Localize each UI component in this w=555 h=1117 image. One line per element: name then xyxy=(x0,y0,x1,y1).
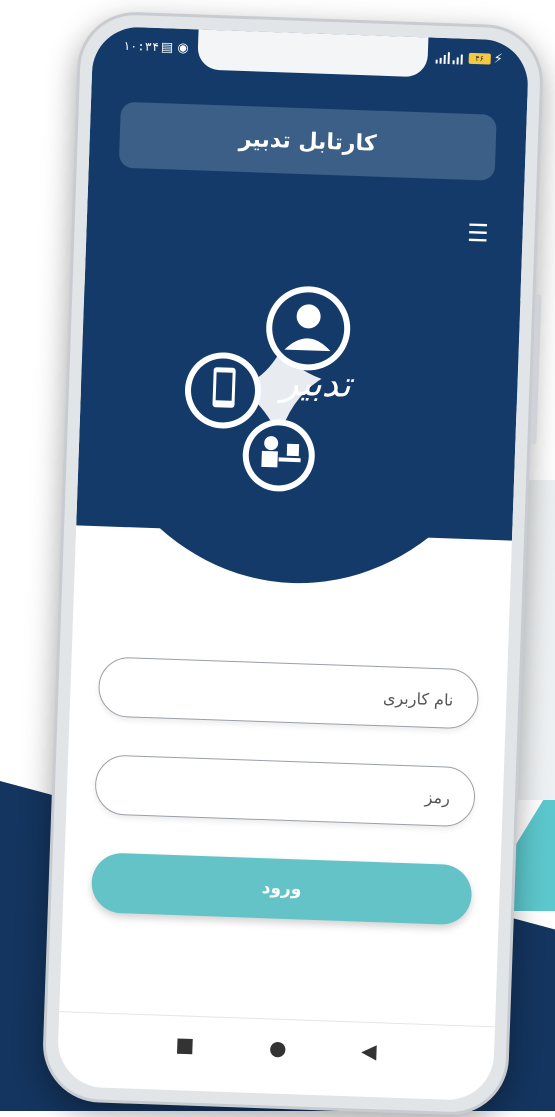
recents-icon[interactable]: ■ xyxy=(175,1032,195,1057)
back-icon[interactable]: ◀ xyxy=(361,1039,377,1064)
login-button[interactable]: ورود xyxy=(90,852,473,926)
password-field-wrapper xyxy=(94,754,476,828)
phone-side-button xyxy=(530,294,542,445)
logo-text: تدبیر xyxy=(280,362,352,406)
charging-icon: ⚡ xyxy=(493,51,503,68)
notification-icons: ▤ ◉ xyxy=(160,40,189,57)
status-time: ۱۰:۳۴ xyxy=(122,38,160,55)
app-title: کارتابل تدبیر xyxy=(238,126,377,157)
home-icon[interactable]: ● xyxy=(269,1035,287,1060)
hamburger-menu-icon[interactable]: ☰ xyxy=(467,219,489,248)
phone-frame: ۱۰:۳۴ ▤ ◉ ۴۶ ⚡ کارتابل تدبیر ☰ تدبیر نام… xyxy=(41,10,545,1117)
app-title-bar: کارتابل تدبیر xyxy=(118,101,497,181)
signal-icon xyxy=(435,51,463,65)
signal-battery-group: ۴۶ ⚡ xyxy=(435,50,503,67)
username-input[interactable] xyxy=(148,659,457,730)
android-nav-bar: ■ ● ◀ xyxy=(57,1011,495,1084)
battery-icon: ۴۶ xyxy=(468,52,491,65)
phone-screen: ۱۰:۳۴ ▤ ◉ ۴۶ ⚡ کارتابل تدبیر ☰ تدبیر نام… xyxy=(56,25,530,1102)
password-input[interactable] xyxy=(144,757,453,828)
login-form: ورود xyxy=(90,656,480,926)
username-field-wrapper xyxy=(97,656,480,730)
